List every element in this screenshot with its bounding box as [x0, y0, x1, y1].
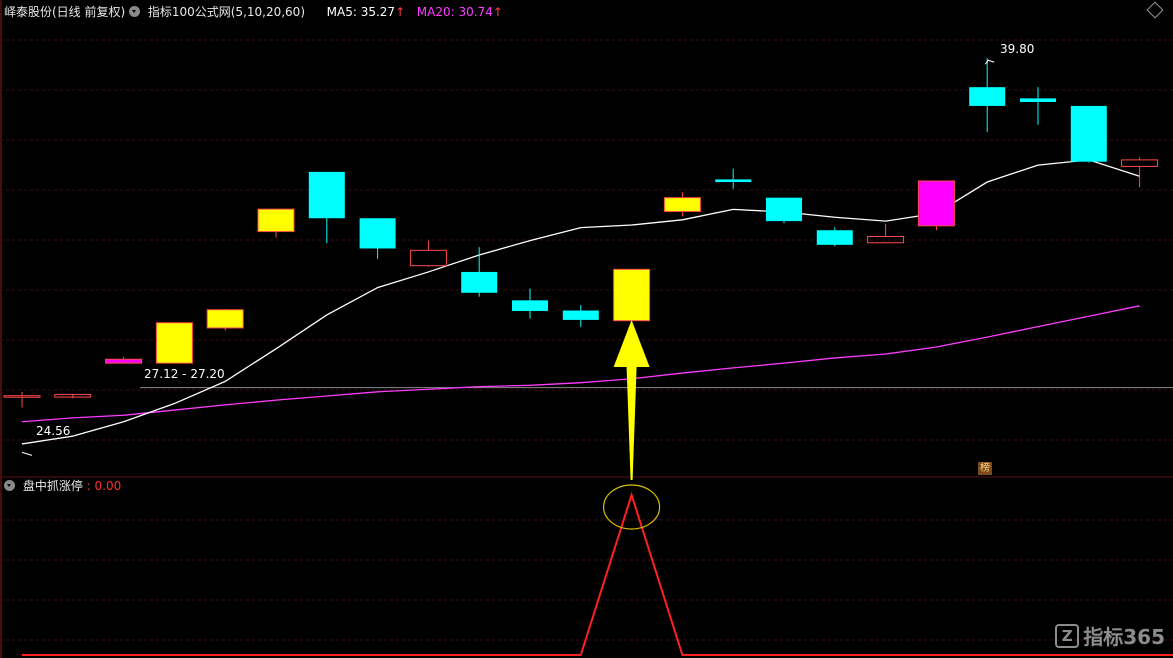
ma5-line [21, 159, 1140, 445]
candle-body [308, 171, 345, 219]
sub-indicator-toggle-icon[interactable] [4, 480, 15, 491]
chart-header: 峄泰股份(日线 前复权) 指标100公式网(5,10,20,60) MA5: 3… [4, 5, 503, 19]
candle-body [663, 197, 701, 212]
watermark: Z 指标365 [1055, 621, 1165, 650]
candle-body [206, 309, 244, 329]
indicator-toggle-icon[interactable] [129, 6, 141, 17]
low-leader [21, 451, 33, 456]
signal-line [22, 491, 1173, 656]
candle-body [3, 395, 41, 398]
watermark-text: 指标365 [1083, 625, 1165, 649]
candle-body [969, 87, 1006, 106]
indicator-title[interactable]: 指标100公式网(5,10,20,60) [148, 5, 305, 19]
sub-indicator-value: : 0.00 [86, 479, 122, 493]
candle-body [613, 268, 651, 322]
sub-indicator-title[interactable]: 盘中抓涨停 [23, 479, 83, 493]
ma5-value: MA5: 35.27 [326, 5, 396, 19]
ranking-badge[interactable]: 榜 [978, 462, 992, 475]
ma20-value: MA20: 30.74 [416, 5, 493, 19]
low-price-label: 24.56 [36, 424, 71, 438]
signal-circle [602, 484, 661, 530]
candle-body [512, 300, 548, 312]
candle-body [816, 230, 853, 245]
candle-body [155, 322, 193, 364]
candle-body [562, 310, 599, 320]
candle-body [1070, 105, 1107, 162]
stock-title[interactable]: 峄泰股份(日线 前复权) [4, 5, 125, 19]
candle-body [105, 358, 143, 364]
range-label: 27.12 - 27.20 [144, 367, 225, 381]
candle-body [409, 249, 447, 267]
high-price-label: 39.80 [1000, 42, 1035, 56]
ma20-up-arrow-icon: ↑ [492, 5, 503, 19]
candle-body [715, 179, 752, 183]
candle-body [917, 180, 955, 227]
candle-body [1121, 159, 1159, 167]
sub-panel-header: 盘中抓涨停 : 0.00 [4, 479, 121, 493]
arrow-marker [613, 320, 650, 480]
watermark-logo-icon: Z [1055, 623, 1080, 648]
high-leader [984, 59, 995, 65]
candle-body [257, 208, 295, 233]
kline-chart[interactable] [0, 0, 1173, 658]
candle-body [359, 218, 396, 249]
ma5-up-arrow-icon: ↑ [395, 5, 406, 19]
candle-body [766, 197, 802, 222]
candle-body [461, 271, 498, 293]
candle-body [1020, 98, 1056, 103]
